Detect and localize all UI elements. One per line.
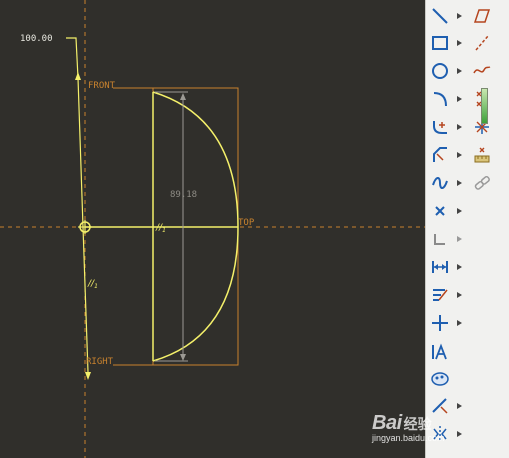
coordinate-system-flyout-arrow[interactable] [456,235,462,243]
diameter-dimension-text[interactable]: 89.18 [170,190,197,200]
watermark-url: jingyan.baidu.com [372,433,445,443]
diameter-arrow-bottom [180,354,186,361]
diameter-arrow-top [180,93,186,100]
watermark-logo-cn: 经验 [403,416,432,432]
point-flyout-arrow[interactable] [456,207,462,215]
circle-icon [432,63,448,79]
circle-flyout-arrow[interactable] [456,67,462,75]
sketch-drawing[interactable]: 100.00 89.18 FRONT TOP RIGHT //1 //1 [0,0,425,458]
status-gauge [481,88,488,124]
fillet-flyout-arrow[interactable] [456,123,462,131]
watermark-logo: Bai [372,412,402,434]
line-icon [432,8,448,24]
offset-icon [473,9,491,23]
rectangle-icon [432,36,448,50]
text-icon [432,343,447,360]
modify-flyout-arrow[interactable] [456,291,462,299]
thickness-tool[interactable] [470,143,494,167]
front-reference-label: FRONT [88,81,116,91]
spline-flyout-arrow[interactable] [456,179,462,187]
constraint-flyout-arrow[interactable] [456,319,462,327]
point-tool[interactable] [428,199,452,223]
spline-icon [432,177,448,189]
spline-tool[interactable] [428,171,452,195]
chamfer-tool[interactable] [428,143,452,167]
dimension-arrow-bottom [85,372,91,380]
arc-flyout-arrow[interactable] [456,95,462,103]
fillet-icon [433,121,447,134]
circle-tool[interactable] [428,59,452,83]
height-dimension-leader [66,37,84,228]
sketched-curve-tool[interactable] [470,59,494,83]
constraint-icon [432,315,448,331]
arc-tool[interactable] [428,87,452,111]
coordinate-system-icon [434,234,445,245]
chamfer-flyout-arrow[interactable] [456,151,462,159]
dimension-icon [432,261,448,273]
dimension-arrow-top [75,72,81,80]
link-tool[interactable] [470,171,494,195]
constraint-tool[interactable] [428,311,452,335]
modify-icon [433,289,448,301]
top-reference-label: TOP [238,218,255,228]
rectangle-tool[interactable] [428,31,452,55]
arc-icon [433,92,447,107]
line-tool[interactable] [428,4,452,28]
dimension-tool[interactable] [428,255,452,279]
point-icon [435,206,445,216]
thickness-icon [474,147,490,163]
modify-tool[interactable] [428,283,452,307]
link-icon [474,175,490,190]
fillet-tool[interactable] [428,115,452,139]
watermark: Bai 经验 jingyan.baidu.com [372,412,445,443]
parallel-constraint-bottom: //1 [87,279,98,290]
coordinate-system-tool[interactable] [428,227,452,251]
trim-flyout-arrow[interactable] [456,402,462,410]
dimension-flyout-arrow[interactable] [456,263,462,271]
centerline-icon [475,35,489,51]
line-flyout-arrow[interactable] [456,12,462,20]
sketch-toolbar [425,0,509,458]
height-dimension-text[interactable]: 100.00 [20,34,53,44]
parallel-constraint-top: //1 [155,223,166,234]
right-reference-label: RIGHT [86,357,114,367]
chamfer-icon [433,147,447,162]
palette-icon [431,372,449,386]
text-tool[interactable] [428,340,452,364]
offset-edge-tool[interactable] [470,4,494,28]
sketch-canvas[interactable]: 100.00 89.18 FRONT TOP RIGHT //1 //1 [0,0,425,458]
rectangle-flyout-arrow[interactable] [456,39,462,47]
centerline-tool[interactable] [470,31,494,55]
palette-tool[interactable] [428,367,452,391]
curve-icon [473,66,491,74]
mirror-flyout-arrow[interactable] [456,430,462,438]
